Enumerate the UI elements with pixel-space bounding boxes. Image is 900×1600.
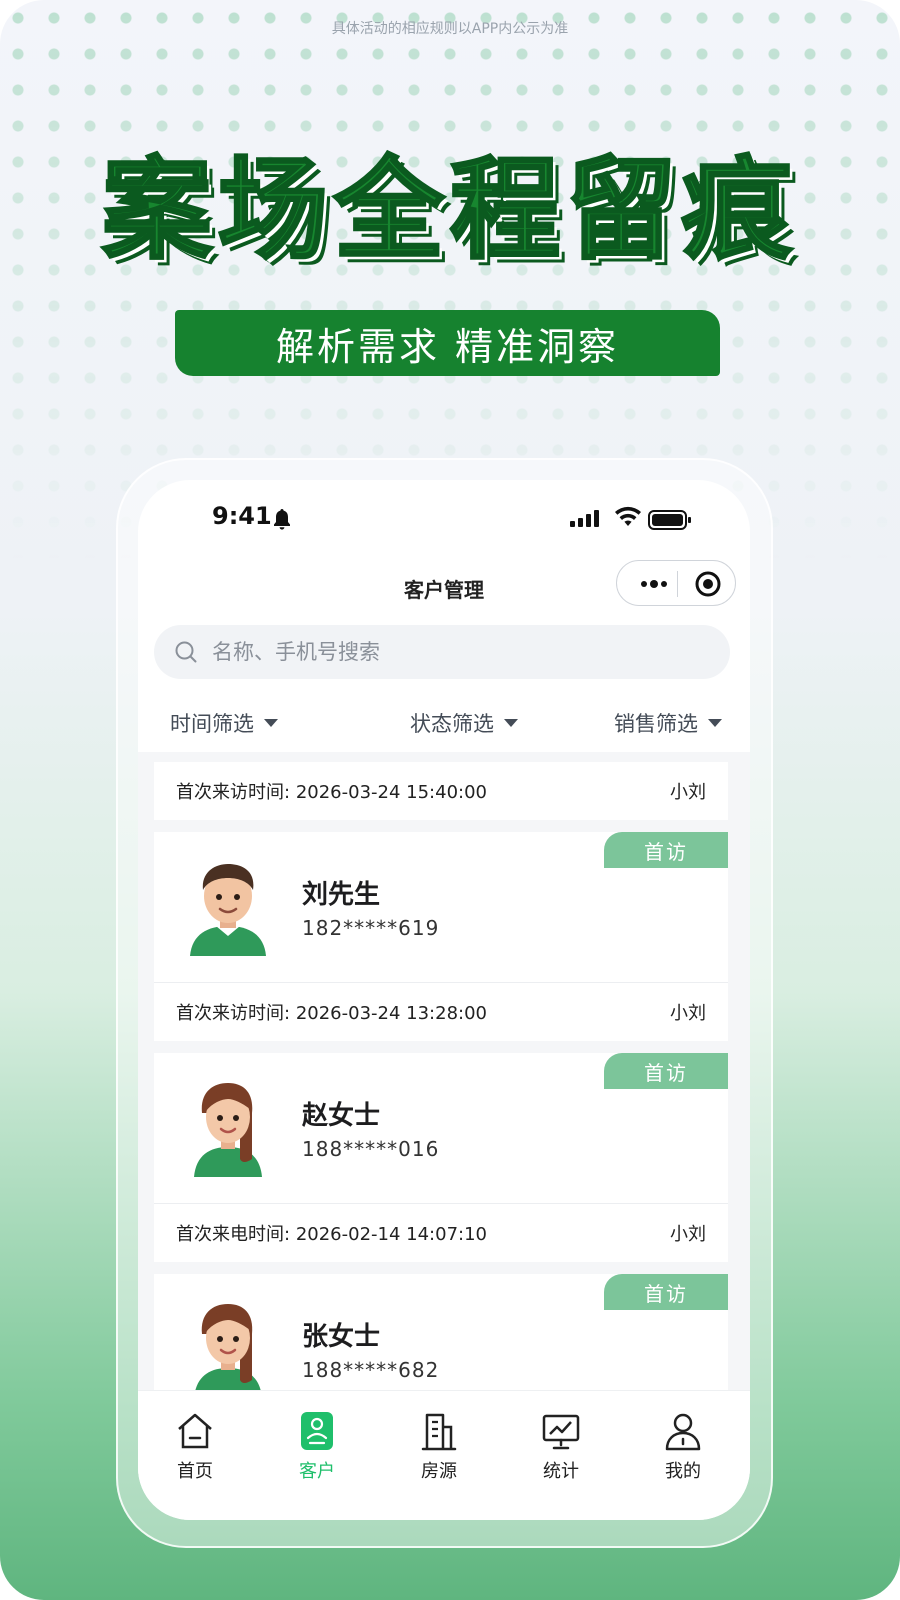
male-avatar-icon — [190, 864, 266, 956]
visit-time: 首次来访时间: 2026-03-24 15:40:00 — [176, 782, 487, 803]
filter-sales[interactable]: 销售筛选 — [614, 708, 722, 738]
close-mini-program-icon[interactable] — [695, 571, 721, 597]
visit-time: 首次来电时间: 2026-02-14 14:07:10 — [176, 1224, 487, 1245]
tab-label: 客户 — [299, 1461, 335, 1482]
tab-label: 房源 — [421, 1461, 457, 1482]
more-icon[interactable] — [639, 571, 669, 597]
nav-bar: 客户管理 — [138, 560, 750, 620]
sales-name: 小刘 — [670, 782, 706, 803]
bell-icon — [274, 509, 290, 530]
status-bar: 9:41 — [138, 502, 750, 538]
customer-phone: 182*****619 — [302, 916, 440, 940]
wifi-icon — [615, 506, 641, 526]
chart-icon — [542, 1414, 580, 1450]
female-avatar-icon — [195, 1304, 261, 1392]
filter-label: 状态筛选 — [410, 712, 494, 736]
search-input[interactable] — [212, 625, 692, 679]
visit-info-row: 首次来访时间: 2026-03-24 15:40:00 小刘 — [154, 762, 728, 820]
customer-phone: 188*****016 — [302, 1137, 440, 1161]
signal-icon — [570, 510, 599, 527]
female-avatar-icon — [194, 1083, 262, 1177]
tab-property[interactable]: 房源 — [394, 1409, 484, 1483]
tab-home[interactable]: 首页 — [150, 1409, 240, 1483]
customer-phone: 188*****682 — [302, 1358, 440, 1382]
tab-stats[interactable]: 统计 — [516, 1409, 606, 1483]
mini-program-capsule[interactable] — [616, 560, 736, 606]
battery-icon — [648, 510, 691, 530]
tab-label: 首页 — [177, 1461, 213, 1482]
filter-label: 时间筛选 — [170, 712, 254, 736]
profile-icon — [665, 1413, 701, 1451]
status-badge: 首访 — [604, 832, 728, 868]
tab-bar: 首页 客户 房源 统计 我的 — [138, 1390, 750, 1520]
search-bar[interactable] — [154, 625, 730, 679]
customer-list[interactable]: 首次来访时间: 2026-03-24 15:40:00 小刘 首访 刘先生 18… — [138, 752, 750, 1392]
tab-mine[interactable]: 我的 — [638, 1409, 728, 1483]
tab-label: 我的 — [665, 1461, 701, 1482]
dropdown-arrow-icon — [504, 719, 518, 727]
sub-headline: 解析需求 精准洞察 — [275, 324, 620, 369]
dropdown-arrow-icon — [708, 719, 722, 727]
customer-name: 张女士 — [302, 1322, 381, 1352]
tab-customer[interactable]: 客户 — [272, 1409, 362, 1483]
building-icon — [421, 1413, 457, 1451]
search-icon — [175, 641, 197, 663]
customer-card[interactable]: 首访 赵女士 188*****016 — [154, 1053, 728, 1203]
visit-info-row: 首次来访时间: 2026-03-24 13:28:00 小刘 — [154, 983, 728, 1041]
sales-name: 小刘 — [670, 1003, 706, 1024]
visit-time: 首次来访时间: 2026-03-24 13:28:00 — [176, 1003, 487, 1024]
capsule-divider — [677, 571, 678, 597]
disclaimer-text: 具体活动的相应规则以APP内公示为准 — [331, 21, 569, 37]
home-icon — [178, 1413, 212, 1449]
visit-info-row: 首次来电时间: 2026-02-14 14:07:10 小刘 — [154, 1204, 728, 1262]
phone-screen: 9:41 客户管理 名称、手机号搜索 时间筛选 状态筛选 销售筛选 首次来访时间… — [138, 480, 750, 1520]
tab-label: 统计 — [543, 1461, 579, 1482]
status-badge: 首访 — [604, 1053, 728, 1089]
customer-card[interactable]: 首访 刘先生 182*****619 — [154, 832, 728, 982]
dropdown-arrow-icon — [264, 719, 278, 727]
customer-name: 赵女士 — [302, 1101, 381, 1131]
filter-status[interactable]: 状态筛选 — [410, 708, 518, 738]
status-badge: 首访 — [604, 1274, 728, 1310]
customer-card[interactable]: 首访 张女士 188*****682 — [154, 1274, 728, 1392]
headline: 案场全程留痕 — [101, 145, 798, 276]
sales-name: 小刘 — [670, 1224, 706, 1245]
filter-time[interactable]: 时间筛选 — [170, 708, 278, 738]
sub-headline-banner: 解析需求 精准洞察 — [175, 310, 720, 376]
filter-label: 销售筛选 — [614, 712, 698, 736]
status-time: 9:41 — [212, 502, 272, 530]
customer-name: 刘先生 — [302, 880, 381, 910]
promo-poster: 具体活动的相应规则以APP内公示为准 案场全程留痕 解析需求 精准洞察 9:41 — [0, 0, 900, 1600]
customer-icon — [301, 1412, 333, 1450]
filter-bar: 时间筛选 状态筛选 销售筛选 — [138, 700, 750, 744]
